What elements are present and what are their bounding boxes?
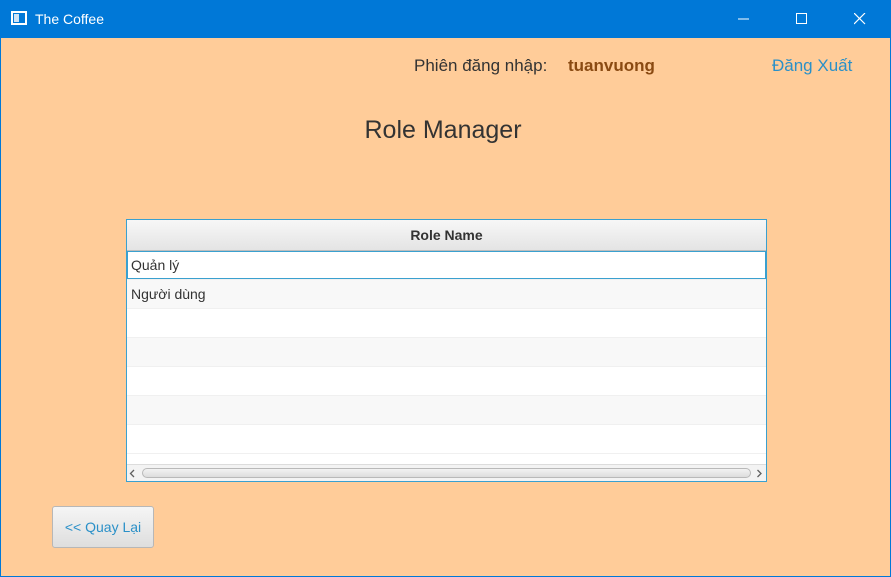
chevron-left-icon[interactable] — [129, 469, 136, 478]
role-table[interactable]: Role Name Quản lý Người dùng — [126, 219, 767, 482]
cell-role-name: Người dùng — [131, 286, 206, 302]
window-title: The Coffee — [35, 11, 105, 27]
horizontal-scrollbar[interactable] — [127, 464, 766, 481]
logout-link[interactable]: Đăng Xuất — [772, 55, 852, 77]
table-row[interactable] — [127, 338, 766, 367]
scrollbar-thumb[interactable] — [142, 468, 751, 478]
page-title: Role Manager — [364, 116, 522, 144]
cell-role-name: Quản lý — [131, 257, 180, 273]
app-window: The Coffee Phiên đăng nhập: tuanvuong Đă… — [0, 0, 891, 577]
table-row[interactable] — [127, 367, 766, 396]
table-row[interactable] — [127, 396, 766, 425]
session-username: tuanvuong — [568, 56, 655, 75]
chevron-right-icon[interactable] — [756, 469, 763, 478]
table-row[interactable]: Người dùng — [127, 280, 766, 309]
table-rows: Quản lý Người dùng — [127, 251, 766, 454]
minimize-button[interactable] — [721, 0, 767, 38]
back-button[interactable]: << Quay Lại — [52, 506, 154, 548]
table-row[interactable] — [127, 425, 766, 454]
table-row[interactable]: Quản lý — [127, 251, 766, 280]
session-label: Phiên đăng nhập: — [414, 56, 548, 75]
maximize-button[interactable] — [779, 0, 825, 38]
app-window-icon — [11, 11, 27, 25]
maximize-icon — [796, 13, 807, 24]
minimize-icon — [738, 18, 749, 20]
table-row[interactable] — [127, 309, 766, 338]
title-bar[interactable]: The Coffee — [1, 0, 891, 38]
close-button[interactable] — [837, 0, 883, 38]
column-header-role-name[interactable]: Role Name — [127, 220, 766, 251]
close-icon — [854, 13, 866, 25]
